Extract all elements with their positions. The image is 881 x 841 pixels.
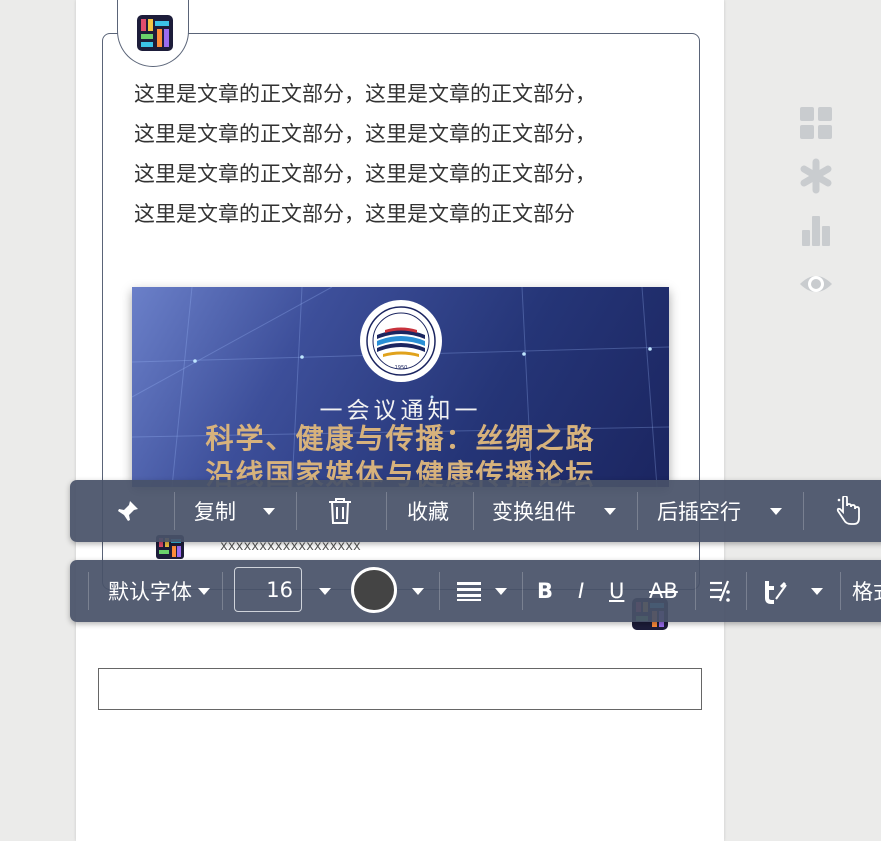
article-body[interactable]: 这里是文章的正文部分，这里是文章的正文部分， 这里是文章的正文部分，这里是文章的… [134,74,674,234]
italic-button[interactable]: I [578,560,584,622]
align-icon [457,582,481,601]
banner-subtitle: 一会议通知一 [319,398,482,424]
component-action-toolbar: 复制 收藏 变换组件 后插空行 [70,480,881,542]
conference-banner-image[interactable]: 1950 一会议通知一 科学、健康与传播：丝绸之路 沿线国家媒体与健康传播论坛 [132,287,669,487]
grid-icon[interactable] [798,105,834,141]
text-style-button[interactable] [760,560,788,622]
insert-line-after-label: 后插空行 [657,500,741,524]
copy-label: 复制 [194,500,236,524]
font-family-select[interactable]: 默认字体 [108,560,210,622]
switch-component-label: 变换组件 [492,500,576,524]
insert-line-after-button[interactable]: 后插空行 [657,480,741,542]
favorite-label: 收藏 [407,500,449,524]
hand-pointer-icon [836,496,860,525]
seal-year: 1950 [395,365,408,371]
align-dropdown[interactable] [495,560,507,622]
strikethrough-button[interactable]: AB [649,560,678,622]
copy-dropdown-button[interactable] [263,480,275,542]
chevron-down-icon [412,587,424,595]
asterisk-icon[interactable] [798,158,834,194]
chevron-down-icon [811,587,823,595]
bold-button[interactable]: B [537,560,553,622]
article-line: 这里是文章的正文部分，这里是文章的正文部分 [134,202,575,226]
favorite-button[interactable]: 收藏 [407,480,449,542]
pin-icon [118,501,138,521]
text-style-dropdown[interactable] [811,560,823,622]
pin-button[interactable] [116,480,140,542]
font-size-input[interactable]: 16 [234,567,302,612]
empty-text-block[interactable] [98,668,702,710]
copy-button[interactable]: 复制 [194,480,236,542]
clear-format-icon [710,580,730,602]
font-size-dropdown[interactable] [319,560,331,622]
app-logo-icon [137,15,173,51]
eye-icon[interactable] [798,266,834,302]
font-family-value: 默认字体 [108,580,192,604]
chevron-down-icon [770,507,782,515]
university-seal-icon: 1950 [360,300,442,382]
switch-component-dropdown[interactable] [604,480,616,542]
align-button[interactable] [457,560,481,622]
switch-component-button[interactable]: 变换组件 [492,480,576,542]
pointer-button[interactable] [834,480,862,542]
banner-title-line-1: 科学、健康与传播：丝绸之路 [205,422,596,455]
chevron-down-icon [319,587,331,595]
chevron-down-icon [495,587,507,595]
text-style-icon [765,581,787,604]
delete-button[interactable] [327,480,353,542]
article-line: 这里是文章的正文部分，这里是文章的正文部分， [134,162,596,186]
article-line: 这里是文章的正文部分，这里是文章的正文部分， [134,122,596,146]
chevron-down-icon [198,587,210,595]
font-color-dropdown[interactable] [412,560,424,622]
trash-icon [329,498,351,524]
chevron-down-icon [604,507,616,515]
banner-title: 科学、健康与传播：丝绸之路 沿线国家媒体与健康传播论坛 [132,421,669,487]
chevron-down-icon [263,507,275,515]
format-button[interactable]: 格式 [852,560,881,622]
article-line: 这里是文章的正文部分，这里是文章的正文部分， [134,82,596,106]
insert-line-dropdown[interactable] [770,480,782,542]
font-color-swatch[interactable] [351,567,397,613]
clear-format-button[interactable] [707,560,733,622]
bar-chart-icon[interactable] [798,212,834,248]
underline-button[interactable]: U [609,560,624,622]
text-format-toolbar: 默认字体 16 B I U AB 格 [70,560,881,622]
